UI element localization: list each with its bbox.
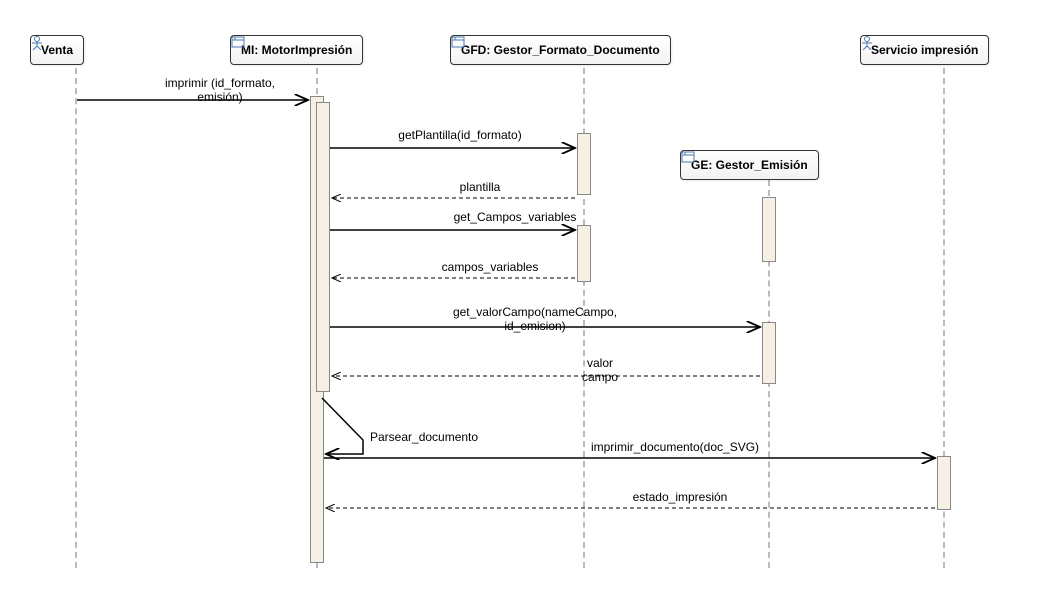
activation-mi-inner	[316, 102, 330, 392]
participant-ge-label: GE: Gestor_Emisión	[691, 158, 808, 172]
participant-gfd-label: GFD: Gestor_Formato_Documento	[461, 43, 660, 57]
participant-venta: Venta	[30, 35, 84, 65]
participant-servicio: Servicio impresión	[860, 35, 989, 65]
msg-imprimir-doc: imprimir_documento(doc_SVG)	[550, 440, 800, 454]
participant-venta-label: Venta	[41, 43, 73, 57]
msg-getcampos: get_Campos_variables	[415, 210, 615, 224]
activation-gfd-1	[577, 133, 591, 195]
msg-ret-plantilla: plantilla	[420, 180, 540, 194]
participant-ge: GE: Gestor_Emisión	[680, 150, 819, 180]
msg-ret-estado: estado_impresión	[580, 490, 780, 504]
participant-servicio-label: Servicio impresión	[871, 43, 978, 57]
msg-getplantilla: getPlantilla(id_formato)	[360, 128, 560, 142]
sequence-diagram: Venta MI: MotorImpresión GFD: Gestor_For…	[20, 20, 1036, 580]
msg-imprimir: imprimir (id_formato,emisión)	[135, 76, 305, 104]
activation-ge-call	[762, 322, 776, 384]
participant-gfd: GFD: Gestor_Formato_Documento	[450, 35, 671, 65]
msg-ret-campos: campos_variables	[400, 260, 580, 274]
msg-self-parsear: Parsear_documento	[370, 430, 510, 444]
msg-ret-valor: valorcampo	[560, 356, 640, 384]
lifeline-venta	[75, 68, 77, 568]
participant-mi-label: MI: MotorImpresión	[241, 43, 352, 57]
activation-servicio	[937, 456, 951, 510]
msg-getvalor: get_valorCampo(nameCampo,id_emision)	[420, 305, 650, 333]
activation-ge-top	[762, 197, 776, 262]
participant-mi: MI: MotorImpresión	[230, 35, 363, 65]
arrows-layer	[20, 20, 1036, 580]
